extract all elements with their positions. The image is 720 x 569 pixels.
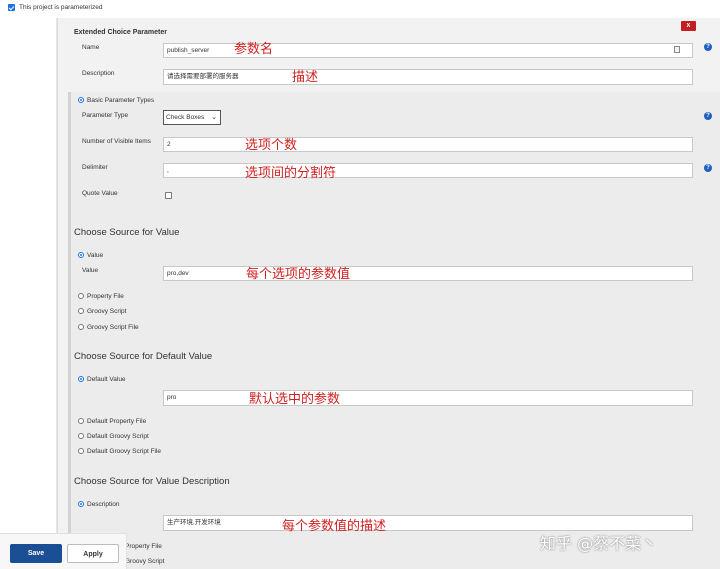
apply-button[interactable]: Apply <box>67 544 119 563</box>
groovy-script-label: Groovy Script <box>87 308 127 315</box>
description-radio-label: Description <box>87 501 120 508</box>
default-value-label: Default Value <box>87 376 126 383</box>
groovy-script-radio[interactable] <box>78 308 84 314</box>
property-file-radio[interactable] <box>78 293 84 299</box>
quote-value-label: Quote Value <box>82 190 118 197</box>
parameter-type-label: Parameter Type <box>82 112 129 119</box>
description-input[interactable]: 请选择需要部署的服务器 <box>163 69 693 85</box>
chevron-down-icon: ⌄ <box>211 114 217 121</box>
annotation-default-value: 默认选中的参数 <box>249 392 341 407</box>
visible-items-label: Number of Visible Items <box>82 138 151 145</box>
default-groovy-script-file-label: Default Groovy Script File <box>87 448 162 455</box>
expand-icon[interactable] <box>674 46 680 53</box>
help-icon[interactable]: ? <box>704 43 712 51</box>
help-icon[interactable]: ? <box>704 112 712 120</box>
description-radio[interactable] <box>78 501 84 507</box>
source-default-heading: Choose Source for Default Value <box>74 351 213 362</box>
default-groovy-script-radio[interactable] <box>78 433 84 439</box>
value-radio-label: Value <box>87 252 104 259</box>
property-file-label: Property File <box>87 293 124 300</box>
groovy-script-file-label: Groovy Script File <box>87 324 139 331</box>
parameterized-label: This project is parameterized <box>19 4 103 11</box>
groovy-script-file-radio[interactable] <box>78 324 84 330</box>
default-value-input[interactable]: pro <box>163 390 693 406</box>
parameter-type-value: Check Boxes <box>166 114 205 121</box>
description-property-file-label: Property File <box>125 543 162 550</box>
value-radio[interactable] <box>78 252 84 258</box>
parameter-type-select[interactable]: Check Boxes ⌄ <box>163 110 221 125</box>
default-groovy-script-label: Default Groovy Script <box>87 433 149 440</box>
default-property-file-radio[interactable] <box>78 418 84 424</box>
annotation-value: 每个选项的参数值 <box>246 267 351 282</box>
annotation-name: 参数名 <box>234 42 274 57</box>
source-description-heading: Choose Source for Value Description <box>74 476 230 487</box>
left-gutter <box>0 18 57 569</box>
quote-value-checkbox[interactable] <box>165 192 172 199</box>
visible-items-input[interactable]: 2 <box>163 137 693 152</box>
basic-parameter-types-radio[interactable] <box>78 97 84 103</box>
parameterized-checkbox[interactable] <box>8 4 15 11</box>
basic-parameter-types-label: Basic Parameter Types <box>87 97 155 104</box>
annotation-visible-items: 选项个数 <box>245 138 298 153</box>
annotation-value-description: 每个参数值的描述 <box>282 519 387 534</box>
source-value-heading: Choose Source for Value <box>74 227 180 238</box>
description-groovy-script-label: Groovy Script <box>125 558 165 565</box>
watermark: 知乎 @蔡不菜丶 <box>540 534 658 553</box>
default-value-radio[interactable] <box>78 376 84 382</box>
annotation-delimiter: 选项间的分割符 <box>245 166 337 181</box>
help-icon[interactable]: ? <box>704 164 712 172</box>
default-groovy-script-file-radio[interactable] <box>78 448 84 454</box>
value-description-input[interactable]: 生产环境,开发环境 <box>163 515 693 531</box>
annotation-description: 描述 <box>292 70 319 85</box>
default-property-file-label: Default Property File <box>87 418 147 425</box>
close-button[interactable]: x <box>681 21 696 31</box>
value-label: Value <box>82 267 99 274</box>
delimiter-input[interactable]: , <box>163 163 693 178</box>
name-label: Name <box>82 44 100 51</box>
delimiter-label: Delimiter <box>82 164 108 171</box>
section-title: Extended Choice Parameter <box>74 29 167 36</box>
value-input[interactable]: pro,dev <box>163 266 693 281</box>
save-button[interactable]: Save <box>10 544 62 563</box>
description-label: Description <box>82 70 115 77</box>
